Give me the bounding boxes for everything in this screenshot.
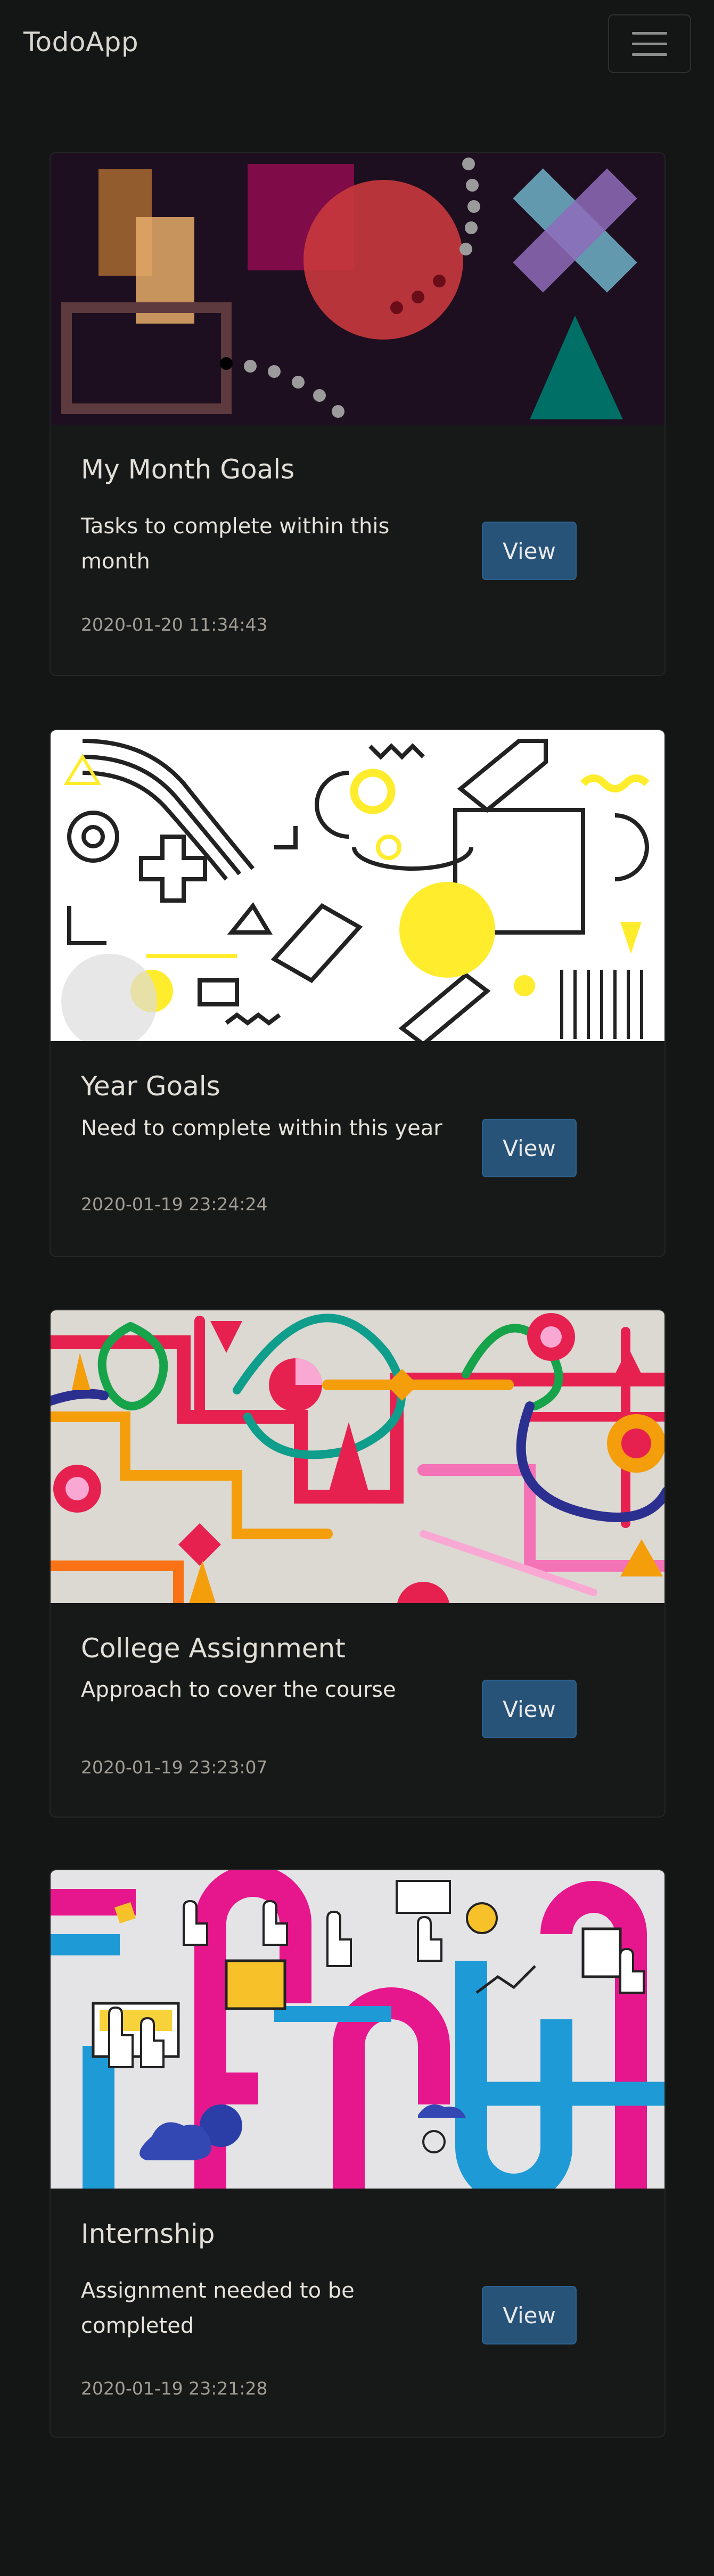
view-button[interactable]: View xyxy=(482,1680,577,1738)
view-button[interactable]: View xyxy=(482,522,577,580)
navbar: TodoApp xyxy=(0,0,714,85)
card-date: 2020-01-19 23:24:24 xyxy=(81,1194,268,1215)
card-description: Tasks to complete within this month xyxy=(81,514,390,574)
card-title: Year Goals xyxy=(81,1071,220,1102)
card-description: Assignment needed to be completed xyxy=(81,2278,355,2338)
hamburger-menu-icon xyxy=(632,31,667,35)
card-date: 2020-01-19 23:21:28 xyxy=(81,2378,268,2399)
view-button[interactable]: View xyxy=(482,2286,577,2344)
todo-card: Year Goals Need to complete within this … xyxy=(50,729,666,1257)
card-image-colorful-pipes xyxy=(51,1310,664,1603)
hamburger-menu-button[interactable] xyxy=(608,14,691,73)
view-button[interactable]: View xyxy=(482,1119,577,1177)
brand-link[interactable]: TodoApp xyxy=(23,27,138,57)
card-image-hands-pipes xyxy=(51,1870,664,2189)
card-description: Approach to cover the course xyxy=(81,1678,396,1702)
card-title: My Month Goals xyxy=(81,454,295,485)
card-title: Internship xyxy=(81,2218,215,2249)
card-image-abstract-shapes xyxy=(51,153,664,425)
card-title: College Assignment xyxy=(81,1633,346,1664)
card-date: 2020-01-20 11:34:43 xyxy=(81,614,268,635)
card-date: 2020-01-19 23:23:07 xyxy=(81,1757,268,1778)
todo-card: My Month Goals Tasks to complete within … xyxy=(50,152,666,676)
todo-card: Internship Assignment needed to be compl… xyxy=(50,1869,666,2438)
todo-card: College Assignment Approach to cover the… xyxy=(50,1309,666,1818)
card-description: Need to complete within this year xyxy=(81,1116,442,1141)
card-image-geometric-pattern xyxy=(51,730,664,1041)
